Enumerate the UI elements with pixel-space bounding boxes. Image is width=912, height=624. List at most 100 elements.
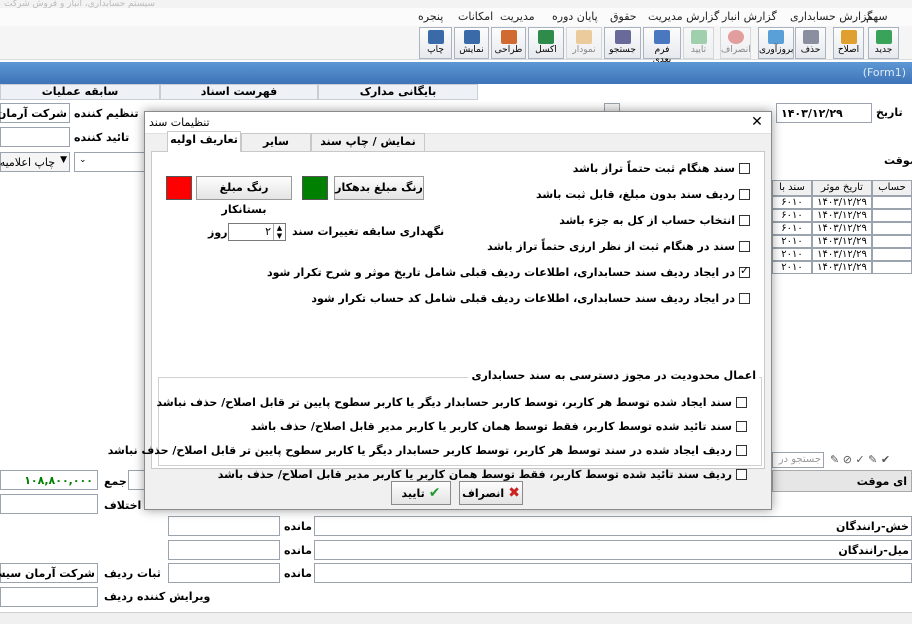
debit-color-button[interactable]: رنگ مبلغ بدهکار — [334, 176, 424, 200]
secondary-select[interactable]: ⌄ — [74, 152, 146, 172]
edit-button[interactable]: اصلاح — [833, 27, 864, 59]
tab-other[interactable]: سایر — [241, 133, 311, 151]
menu-payroll[interactable]: حقوق — [610, 10, 637, 23]
diff-field — [0, 494, 98, 514]
print-button[interactable]: چاپ — [419, 27, 452, 59]
table-row[interactable]: ۶۰۱۰ ۱۴۰۳/۱۲/۲۹ — [772, 222, 912, 235]
monitor-icon — [463, 30, 480, 44]
design-button[interactable]: طراحی — [491, 27, 526, 59]
checkbox-checked[interactable] — [739, 264, 750, 278]
credit-color-button[interactable]: رنگ مبلغ بستانکار — [196, 176, 292, 216]
checkbox[interactable] — [739, 162, 750, 174]
checkbox[interactable] — [736, 420, 747, 432]
status-bar — [0, 612, 912, 624]
check-balanced-on-save[interactable]: سند هنگام ثبت حتماً تراز باشد — [573, 160, 750, 176]
pencil-icon — [840, 30, 857, 44]
preview-button[interactable]: نمایش — [454, 27, 489, 59]
refresh-icon — [768, 30, 784, 44]
approver-field[interactable] — [0, 127, 70, 147]
menu-window[interactable]: پنجره — [418, 10, 443, 23]
table-row[interactable]: ۶۰۱۰ ۱۴۰۳/۱۲/۲۹ — [772, 196, 912, 209]
confirm-toolbar-button[interactable]: تایید — [683, 27, 714, 59]
editor-field — [0, 587, 98, 607]
main-toolbar: جدید اصلاح حذف بروزآوری انصراف تایید فرم… — [0, 26, 912, 65]
check-repeat-date-desc[interactable]: در ایجاد ردیف سند حسابداری، اطلاعات ردیف… — [267, 264, 750, 280]
tab-operation-history[interactable]: سابقه عملیات — [0, 84, 160, 100]
history-label: نگهداری سابقه تغییرات سند — [292, 225, 445, 238]
binoculars-icon — [614, 30, 631, 44]
refresh-button[interactable]: بروزآوری — [758, 27, 794, 59]
tab-display-print[interactable]: نمایش / چاپ سند — [311, 133, 425, 151]
check-approved-row-edit[interactable]: ردیف سند تائید شده توسط کاربر، فقط توسط … — [218, 466, 747, 482]
group-title: اعمال محدودیت در مجوز دسترسی به سند حساب… — [468, 369, 759, 382]
history-days-stepper[interactable]: ۲ ▲ ▼ — [228, 223, 286, 241]
grid-search-input[interactable]: جستجو در — [772, 452, 824, 468]
plus-icon — [875, 30, 892, 44]
checkbox[interactable] — [736, 468, 747, 480]
form-name-label: (Form1) — [862, 66, 906, 79]
menu-warehouse-report[interactable]: گزارش انبار — [722, 10, 777, 23]
tab-document-archive[interactable]: بایگانی مدارک — [318, 84, 478, 100]
check-icon — [690, 30, 707, 44]
menu-period-end[interactable]: پایان دوره — [552, 10, 598, 23]
new-button[interactable]: جدید — [868, 27, 899, 59]
temp-summary-bar: ای موقت — [772, 470, 912, 492]
excel-button[interactable]: اکسل — [528, 27, 564, 59]
close-icon[interactable]: ✕ — [749, 114, 765, 130]
ok-button[interactable]: تایید ✔ — [391, 481, 451, 505]
check-allow-zero-amount[interactable]: ردیف سند بدون مبلغ، قابل ثبت باشد — [536, 186, 750, 202]
tab-basic-definitions[interactable]: تعاریف اولیه — [167, 131, 241, 152]
excel-icon — [538, 30, 554, 44]
checkbox[interactable] — [736, 444, 747, 456]
remain-field-3 — [168, 563, 280, 583]
date-field[interactable]: ۱۴۰۳/۱۲/۲۹ — [776, 103, 872, 123]
check-account-top-down[interactable]: انتخاب حساب از کل به جزء باشد — [559, 212, 750, 228]
next-form-button[interactable]: فرم بعدی — [643, 27, 681, 65]
stepper-arrows-icon[interactable]: ▲ ▼ — [273, 224, 285, 240]
checkbox[interactable] — [736, 396, 747, 408]
remain-label-1: مانده — [284, 520, 312, 533]
table-row[interactable]: ۲۰۱۰ ۱۴۰۳/۱۲/۲۹ — [772, 261, 912, 274]
checkbox[interactable] — [739, 240, 750, 252]
check-restrict-row-edit[interactable]: ردیف ایجاد شده در سند توسط هر کاربر، توس… — [108, 442, 747, 458]
delete-button[interactable]: حذف — [795, 27, 826, 59]
dialog-title: تنظیمات سند — [149, 116, 210, 129]
tab-document-list[interactable]: فهرست اسناد — [160, 84, 318, 100]
checkbox[interactable] — [739, 188, 750, 200]
brush-icon — [500, 30, 517, 44]
menu-management[interactable]: مدیریت — [500, 10, 535, 23]
checkbox[interactable] — [739, 292, 750, 304]
menu-tools[interactable]: امکانات — [458, 10, 493, 23]
checkbox[interactable] — [739, 214, 750, 226]
check-currency-balanced[interactable]: سند در هنگام ثبت از نظر ارزی حتماً تراز … — [487, 238, 750, 254]
table-row[interactable]: ۶۰۱۰ ۱۴۰۳/۱۲/۲۹ — [772, 209, 912, 222]
grid-header-doc[interactable]: سند با — [772, 180, 812, 196]
search-button[interactable]: جستجو — [604, 27, 641, 59]
date-label: تاریخ — [876, 106, 903, 119]
remain-label-2: مانده — [284, 544, 312, 557]
menu-accounting-report[interactable]: گزارش حسابداری — [790, 10, 872, 23]
grid-tools-icons[interactable]: ✎ ⊘ ✓ ✎ ✔ — [830, 453, 890, 466]
debit-color-swatch — [302, 176, 328, 200]
temp-label: موقت — [884, 154, 912, 167]
table-row[interactable]: ۲۰۱۰ ۱۴۰۳/۱۲/۲۹ — [772, 235, 912, 248]
check-approved-doc-edit[interactable]: سند تائید شده توسط کاربر، فقط توسط همان … — [251, 418, 747, 434]
print-notice-select[interactable]: چاپ اعلامیه ▼ — [0, 152, 70, 172]
check-repeat-account-code[interactable]: در ایجاد ردیف سند حسابداری، اطلاعات ردیف… — [311, 290, 750, 306]
cancel-button[interactable]: انصراف ✖ — [459, 481, 523, 505]
check-restrict-doc-edit[interactable]: سند ایجاد شده توسط هر کاربر، توسط کاربر … — [157, 394, 747, 410]
cancel-toolbar-button[interactable]: انصراف — [720, 27, 751, 59]
basic-definitions-panel: سند هنگام ثبت حتماً تراز باشد ردیف سند ب… — [108, 151, 765, 481]
grid-header-account[interactable]: حساب — [872, 180, 912, 196]
chart-button[interactable]: نمودار — [566, 27, 602, 59]
grid-header-effective-date[interactable]: تاریخ موثر — [812, 180, 872, 196]
sum-field: ۱۰۸,۸۰۰,۰۰۰ — [0, 470, 98, 490]
menu-management-report[interactable]: گزارش مدیریت — [648, 10, 719, 23]
recorder-label: ثبات ردیف — [104, 567, 161, 580]
trash-icon — [802, 30, 819, 44]
dropdown-arrow-icon: ▼ — [60, 155, 67, 165]
recorder-field: شرکت آرمان سیستم و — [0, 563, 98, 583]
form-header-bar — [0, 62, 912, 84]
organizer-field[interactable]: شرکت آرمان سی — [0, 103, 70, 123]
table-row[interactable]: ۲۰۱۰ ۱۴۰۳/۱۲/۲۹ — [772, 248, 912, 261]
